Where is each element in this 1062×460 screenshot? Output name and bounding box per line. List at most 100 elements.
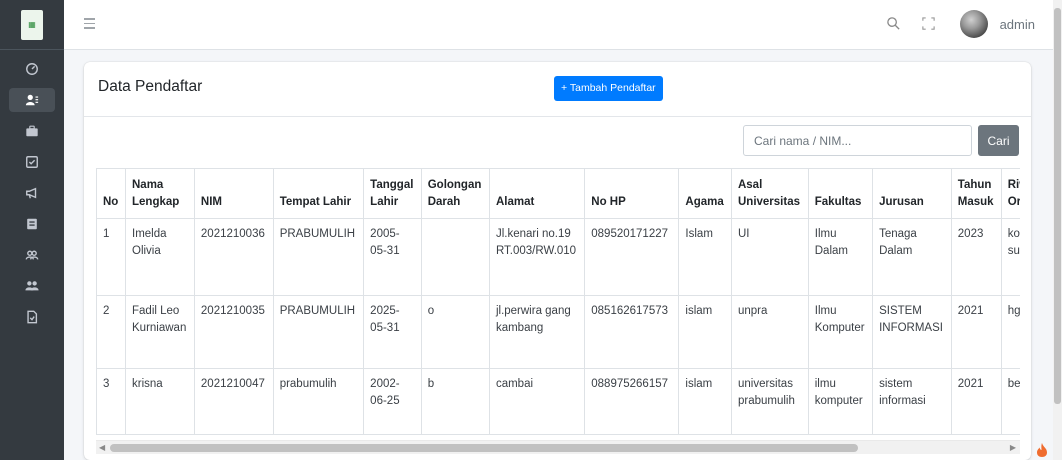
- table-cell: o: [420, 295, 490, 369]
- sidebar-divider: [0, 49, 64, 50]
- dashboard-icon: [26, 63, 38, 75]
- user-name[interactable]: admin: [1000, 17, 1035, 32]
- megaphone-icon: [26, 187, 37, 199]
- table-cell: [420, 218, 490, 296]
- sidebar: ▦: [0, 0, 64, 460]
- data-pendaftar-card: Data Pendaftar + Tambah Pendaftar Cari N…: [84, 62, 1031, 460]
- column-header: Tahun Masuk: [950, 168, 1002, 219]
- table-cell: bem unpra: [1000, 368, 1020, 435]
- table-cell: jl.perwira gang kambang: [488, 295, 586, 369]
- column-header: Jurusan: [872, 168, 952, 219]
- scrollbar-thumb[interactable]: [110, 444, 858, 452]
- column-header: Alamat: [488, 168, 586, 219]
- table-cell: 089520171227: [584, 218, 680, 296]
- table-cell: 2025-05-31: [363, 295, 422, 369]
- table-cell: PRABUMULIH: [272, 295, 365, 369]
- search-icon[interactable]: [886, 16, 901, 31]
- page-title: Data Pendaftar: [98, 78, 203, 95]
- sidebar-item-team[interactable]: [9, 274, 55, 298]
- table-cell: UI: [730, 218, 809, 296]
- table-cell: islam: [678, 295, 732, 369]
- table-container: No Nama Lengkap NIM Tempat Lahir Tanggal Lah…: [96, 168, 1020, 436]
- table-cell: 088975266157: [584, 368, 680, 435]
- table-cell: Islam: [678, 218, 732, 296]
- hamburger-menu-icon[interactable]: [84, 18, 95, 29]
- column-header: Riwayat Organisasi: [1000, 168, 1020, 219]
- table-row[interactable]: 3 krisna 2021210047 prabumulih 2002-06-25 b ca…: [96, 368, 1020, 435]
- table-cell: 2021210047: [193, 368, 274, 435]
- column-header: Asal Universitas: [730, 168, 809, 219]
- table-cell: 2021210035: [193, 295, 274, 369]
- table-cell: Fadil Leo Kurniawan: [125, 295, 195, 369]
- table-cell: 2002-06-25: [363, 368, 422, 435]
- column-header: No: [96, 168, 126, 219]
- column-header: No HP: [584, 168, 680, 219]
- vertical-scrollbar-thumb[interactable]: [1054, 8, 1061, 404]
- sidebar-item-megaphone[interactable]: [9, 181, 55, 205]
- table-cell: sistem informasi: [872, 368, 952, 435]
- column-header: Tanggal Lahir: [363, 168, 422, 219]
- group-icon: [25, 250, 39, 260]
- column-header: Nama Lengkap: [125, 168, 195, 219]
- table-cell: 2: [96, 295, 126, 369]
- search-input[interactable]: [743, 125, 972, 156]
- briefcase-icon: [26, 125, 38, 137]
- table-cell: Ilmu Dalam: [807, 218, 874, 296]
- sidebar-item-document[interactable]: [9, 305, 55, 329]
- table-cell: universitas prabumulih: [730, 368, 809, 435]
- sidebar-item-dashboard[interactable]: [9, 57, 55, 81]
- table-cell: 2021: [950, 368, 1002, 435]
- table-body: 1 Imelda Olivia 2021210036 PRABUMULIH 2005-0…: [96, 218, 1020, 435]
- table-cell: Ilmu Komputer: [807, 295, 874, 369]
- column-header: NIM: [193, 168, 274, 219]
- table-cell: krisna: [125, 368, 195, 435]
- table-cell: komnutas suka suka: [1000, 218, 1020, 296]
- table-cell: Tenaga Dalam: [872, 218, 952, 296]
- checkbox-icon: [26, 156, 38, 168]
- table-cell: 2005-05-31: [363, 218, 422, 296]
- users-icon: [25, 94, 39, 106]
- card-header: Data Pendaftar + Tambah Pendaftar: [84, 62, 1031, 117]
- column-header: Golongan Darah: [420, 168, 490, 219]
- column-header: Fakultas: [807, 168, 874, 219]
- fullscreen-icon[interactable]: [921, 16, 936, 31]
- scroll-right-icon[interactable]: ▶: [1010, 443, 1016, 452]
- calendar-icon: [27, 218, 37, 230]
- top-navbar: admin: [64, 0, 1053, 50]
- table-cell: Imelda Olivia: [125, 218, 195, 296]
- column-header: Tempat Lahir: [272, 168, 365, 219]
- sidebar-item-group[interactable]: [9, 243, 55, 267]
- flame-icon[interactable]: [1034, 442, 1050, 458]
- sidebar-item-calendar[interactable]: [9, 212, 55, 236]
- table-cell: ilmu komputer: [807, 368, 874, 435]
- table-cell: 3: [96, 368, 126, 435]
- table-cell: hgthfhgfhfj: [1000, 295, 1020, 369]
- table-cell: 085162617573: [584, 295, 680, 369]
- search-button[interactable]: Cari: [978, 125, 1019, 156]
- vertical-scrollbar[interactable]: [1053, 0, 1062, 460]
- table-cell: 2021210036: [193, 218, 274, 296]
- horizontal-scrollbar[interactable]: ◀ ▶: [96, 440, 1020, 454]
- scroll-left-icon[interactable]: ◀: [99, 443, 105, 452]
- table-cell: prabumulih: [272, 368, 365, 435]
- add-pendaftar-button[interactable]: + Tambah Pendaftar: [554, 76, 663, 101]
- logo-icon[interactable]: ▦: [21, 10, 43, 40]
- search-form: Cari: [743, 125, 1019, 156]
- pendaftar-table: No Nama Lengkap NIM Tempat Lahir Tanggal Lah…: [96, 168, 1020, 435]
- table-header-row: No Nama Lengkap NIM Tempat Lahir Tanggal Lah…: [96, 168, 1020, 219]
- table-row[interactable]: 2 Fadil Leo Kurniawan 2021210035 PRABUMULIH…: [96, 295, 1020, 369]
- team-icon: [25, 281, 39, 291]
- document-icon: [27, 310, 38, 324]
- table-row[interactable]: 1 Imelda Olivia 2021210036 PRABUMULIH 2005-0…: [96, 218, 1020, 296]
- avatar[interactable]: [960, 10, 988, 38]
- table-cell: PRABUMULIH: [272, 218, 365, 296]
- table-cell: cambai: [488, 368, 586, 435]
- sidebar-item-checkbox[interactable]: [9, 150, 55, 174]
- sidebar-item-pendaftar[interactable]: [9, 88, 55, 112]
- table-cell: Jl.kenari no.19 RT.003/RW.010: [488, 218, 586, 296]
- sidebar-item-briefcase[interactable]: [9, 119, 55, 143]
- table-cell: SISTEM INFORMASI: [872, 295, 952, 369]
- table-cell: 1: [96, 218, 126, 296]
- table-cell: islam: [678, 368, 732, 435]
- column-header: Agama: [678, 168, 732, 219]
